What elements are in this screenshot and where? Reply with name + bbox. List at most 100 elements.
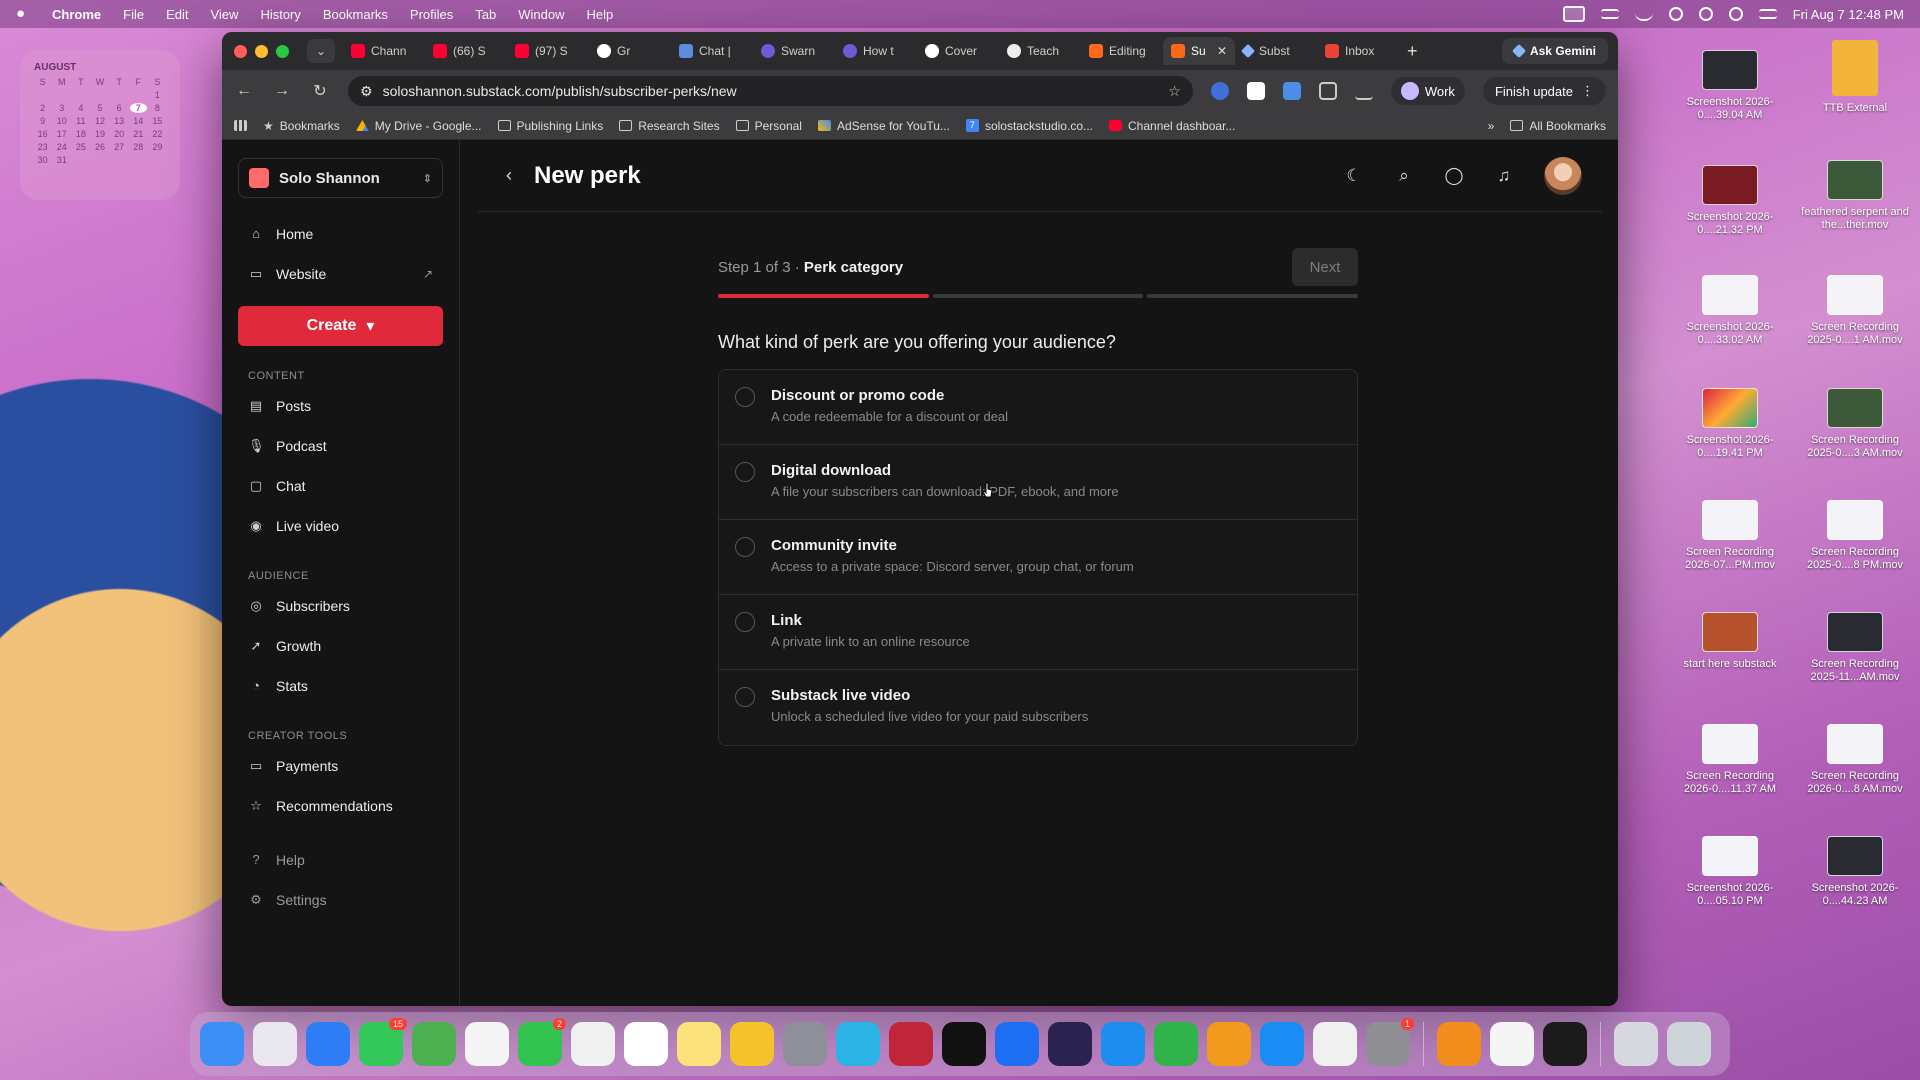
tab-active[interactable]: Su ✕ bbox=[1163, 37, 1235, 65]
bookmark-star-icon[interactable]: ☆ bbox=[1168, 83, 1181, 100]
ask-gemini-button[interactable]: Ask Gemini bbox=[1501, 38, 1608, 64]
create-button[interactable]: Create ▾ bbox=[238, 306, 443, 346]
dock-rocket-icon[interactable] bbox=[783, 1022, 827, 1066]
browser-tab[interactable]: Swarn bbox=[753, 37, 835, 65]
dark-mode-icon[interactable]: ☾ bbox=[1344, 166, 1364, 186]
dock-messages-icon[interactable]: 15 bbox=[359, 1018, 407, 1066]
apple-icon[interactable]: ● bbox=[16, 6, 32, 22]
dock-drive-icon[interactable] bbox=[1313, 1022, 1357, 1066]
menu-help[interactable]: Help bbox=[587, 7, 614, 22]
menu-edit[interactable]: Edit bbox=[166, 7, 188, 22]
tab-search-button[interactable]: ⌄ bbox=[307, 39, 335, 63]
spotlight-search-icon[interactable] bbox=[1728, 7, 1743, 21]
zoom-window-button[interactable] bbox=[276, 44, 289, 58]
menu-window[interactable]: Window bbox=[518, 7, 564, 22]
browser-tab[interactable]: Chat | bbox=[671, 37, 753, 65]
dock-photos-icon[interactable] bbox=[465, 1022, 509, 1066]
address-bar[interactable]: ⚙ soloshannon.substack.com/publish/subsc… bbox=[348, 76, 1193, 106]
sidebar-item-chat[interactable]: ▢ Chat bbox=[238, 466, 443, 506]
sidebar-item-home[interactable]: ⌂ Home bbox=[238, 214, 443, 254]
next-button[interactable]: Next bbox=[1292, 248, 1358, 286]
dock-facetime-icon[interactable]: 2 bbox=[518, 1018, 566, 1066]
desktop-file-icon[interactable]: Screenshot 2026-0....33.02 AM bbox=[1675, 275, 1785, 347]
radio-button[interactable] bbox=[735, 462, 755, 482]
search-icon[interactable]: ⌕ bbox=[1394, 166, 1414, 186]
radio-button[interactable] bbox=[735, 687, 755, 707]
url-text[interactable]: soloshannon.substack.com/publish/subscri… bbox=[383, 83, 737, 99]
perk-option[interactable]: Digital download A file your subscribers … bbox=[719, 445, 1357, 520]
dock-maps-icon[interactable] bbox=[412, 1022, 456, 1066]
user-avatar[interactable] bbox=[1544, 156, 1582, 195]
dock-nightsky-icon[interactable] bbox=[1048, 1022, 1092, 1066]
control-center-icon[interactable] bbox=[1758, 9, 1777, 19]
menu-history[interactable]: History bbox=[260, 7, 300, 22]
sidebar-item-growth[interactable]: ➚ Growth bbox=[238, 626, 443, 666]
sidebar-item-podcast[interactable]: 🎙 Podcast bbox=[238, 426, 443, 466]
list-icon[interactable] bbox=[1600, 9, 1619, 19]
close-tab-icon[interactable]: ✕ bbox=[1217, 44, 1227, 58]
sidebar-item-subscribers[interactable]: ◎ Subscribers bbox=[238, 586, 443, 626]
dock-settings-icon[interactable]: 1 bbox=[1366, 1018, 1414, 1066]
menu-clock[interactable]: Fri Aug 7 12:48 PM bbox=[1793, 7, 1904, 22]
dock-finder-icon[interactable] bbox=[200, 1022, 244, 1066]
wifi-icon[interactable] bbox=[1698, 7, 1713, 21]
desktop-file-icon[interactable]: Screenshot 2026-0....21.32 PM bbox=[1675, 165, 1785, 237]
radio-button[interactable] bbox=[735, 612, 755, 632]
desktop-file-icon[interactable]: feathered serpent and the...ther.mov bbox=[1800, 160, 1910, 232]
finish-update-button[interactable]: Finish update ⋮ bbox=[1482, 77, 1606, 105]
reload-button[interactable]: ↻ bbox=[310, 81, 330, 101]
sidebar-item-recommendations[interactable]: ☆ Recommendations bbox=[238, 786, 443, 826]
bookmark-item[interactable]: Personal bbox=[735, 119, 802, 133]
downloads-icon[interactable] bbox=[1354, 82, 1373, 100]
dock-textedit-icon[interactable] bbox=[1490, 1022, 1534, 1066]
menu-profiles[interactable]: Profiles bbox=[410, 7, 453, 22]
dock-keynote-icon[interactable] bbox=[1101, 1022, 1145, 1066]
calendar-widget[interactable]: AUGUST S M T W T F S 1 2 3 4 5 6 7 8 9 10 11 12 13 14 15 16 17 1… bbox=[20, 50, 180, 200]
desktop-file-icon[interactable]: Screen Recording 2026-07...PM.mov bbox=[1675, 500, 1785, 572]
dock-pages-icon[interactable] bbox=[1207, 1022, 1251, 1066]
bookmark-item[interactable]: Publishing Links bbox=[497, 119, 603, 133]
browser-tab[interactable]: (97) S bbox=[507, 37, 589, 65]
desktop-file-icon[interactable]: Screenshot 2026-0....05.10 PM bbox=[1675, 836, 1785, 908]
desktop-file-icon[interactable]: Screenshot 2026-0....39.04 AM bbox=[1675, 50, 1785, 122]
bookmark-item[interactable]: 7 solostackstudio.co... bbox=[965, 119, 1093, 133]
minimize-window-button[interactable] bbox=[255, 44, 268, 58]
dock-appstore-icon[interactable] bbox=[1260, 1022, 1304, 1066]
focus-icon[interactable] bbox=[1668, 7, 1683, 21]
menu-file[interactable]: File bbox=[123, 7, 144, 22]
browser-tab[interactable]: Editing bbox=[1081, 37, 1163, 65]
desktop-file-icon[interactable]: TTB External bbox=[1800, 40, 1910, 115]
bookmark-item[interactable]: My Drive - Google... bbox=[355, 119, 482, 133]
dock-scrivener-icon[interactable] bbox=[889, 1022, 933, 1066]
desktop-file-icon[interactable]: Screenshot 2026-0....19.41 PM bbox=[1675, 388, 1785, 460]
desktop-file-icon[interactable]: Screen Recording 2026-0....8 AM.mov bbox=[1800, 724, 1910, 796]
radio-button[interactable] bbox=[735, 537, 755, 557]
dock-penapp-icon[interactable] bbox=[1543, 1022, 1587, 1066]
dock-books-icon[interactable] bbox=[1437, 1022, 1481, 1066]
browser-tab[interactable]: Chann bbox=[343, 37, 425, 65]
notification-bell-icon[interactable]: ♫ bbox=[1494, 166, 1514, 186]
perk-option[interactable]: Community invite Access to a private spac… bbox=[719, 520, 1357, 595]
desktop-file-icon[interactable]: start here substack bbox=[1675, 612, 1785, 671]
browser-tab[interactable]: Teach bbox=[999, 37, 1081, 65]
bookmark-item[interactable]: Channel dashboar... bbox=[1109, 119, 1235, 133]
screen-mirroring-icon[interactable] bbox=[1562, 6, 1585, 22]
dock-tes-icon[interactable] bbox=[730, 1022, 774, 1066]
desktop-file-icon[interactable]: Screenshot 2026-0....44.23 AM bbox=[1800, 836, 1910, 908]
menu-app-name[interactable]: Chrome bbox=[52, 7, 101, 22]
profile-chip[interactable]: Work bbox=[1390, 77, 1465, 105]
forward-button[interactable]: → bbox=[272, 82, 292, 100]
back-arrow-icon[interactable]: ‹ bbox=[506, 165, 512, 186]
dock-numbers-icon[interactable] bbox=[1154, 1022, 1198, 1066]
menu-tab[interactable]: Tab bbox=[475, 7, 496, 22]
dock-quicktime-icon[interactable] bbox=[995, 1022, 1039, 1066]
sidebar-item-stats[interactable]: ◔ Stats bbox=[238, 666, 443, 706]
extension-icon-2[interactable] bbox=[1246, 82, 1265, 100]
dock-calendar-icon[interactable] bbox=[624, 1022, 668, 1066]
bookmark-item[interactable]: ★ Bookmarks bbox=[263, 119, 340, 133]
dock-stack-icon[interactable] bbox=[1614, 1022, 1658, 1066]
browser-tab[interactable]: Cover bbox=[917, 37, 999, 65]
close-window-button[interactable] bbox=[234, 44, 247, 58]
extensions-puzzle-icon[interactable] bbox=[1318, 82, 1337, 100]
bookmark-item[interactable]: AdSense for YouTu... bbox=[817, 119, 950, 133]
